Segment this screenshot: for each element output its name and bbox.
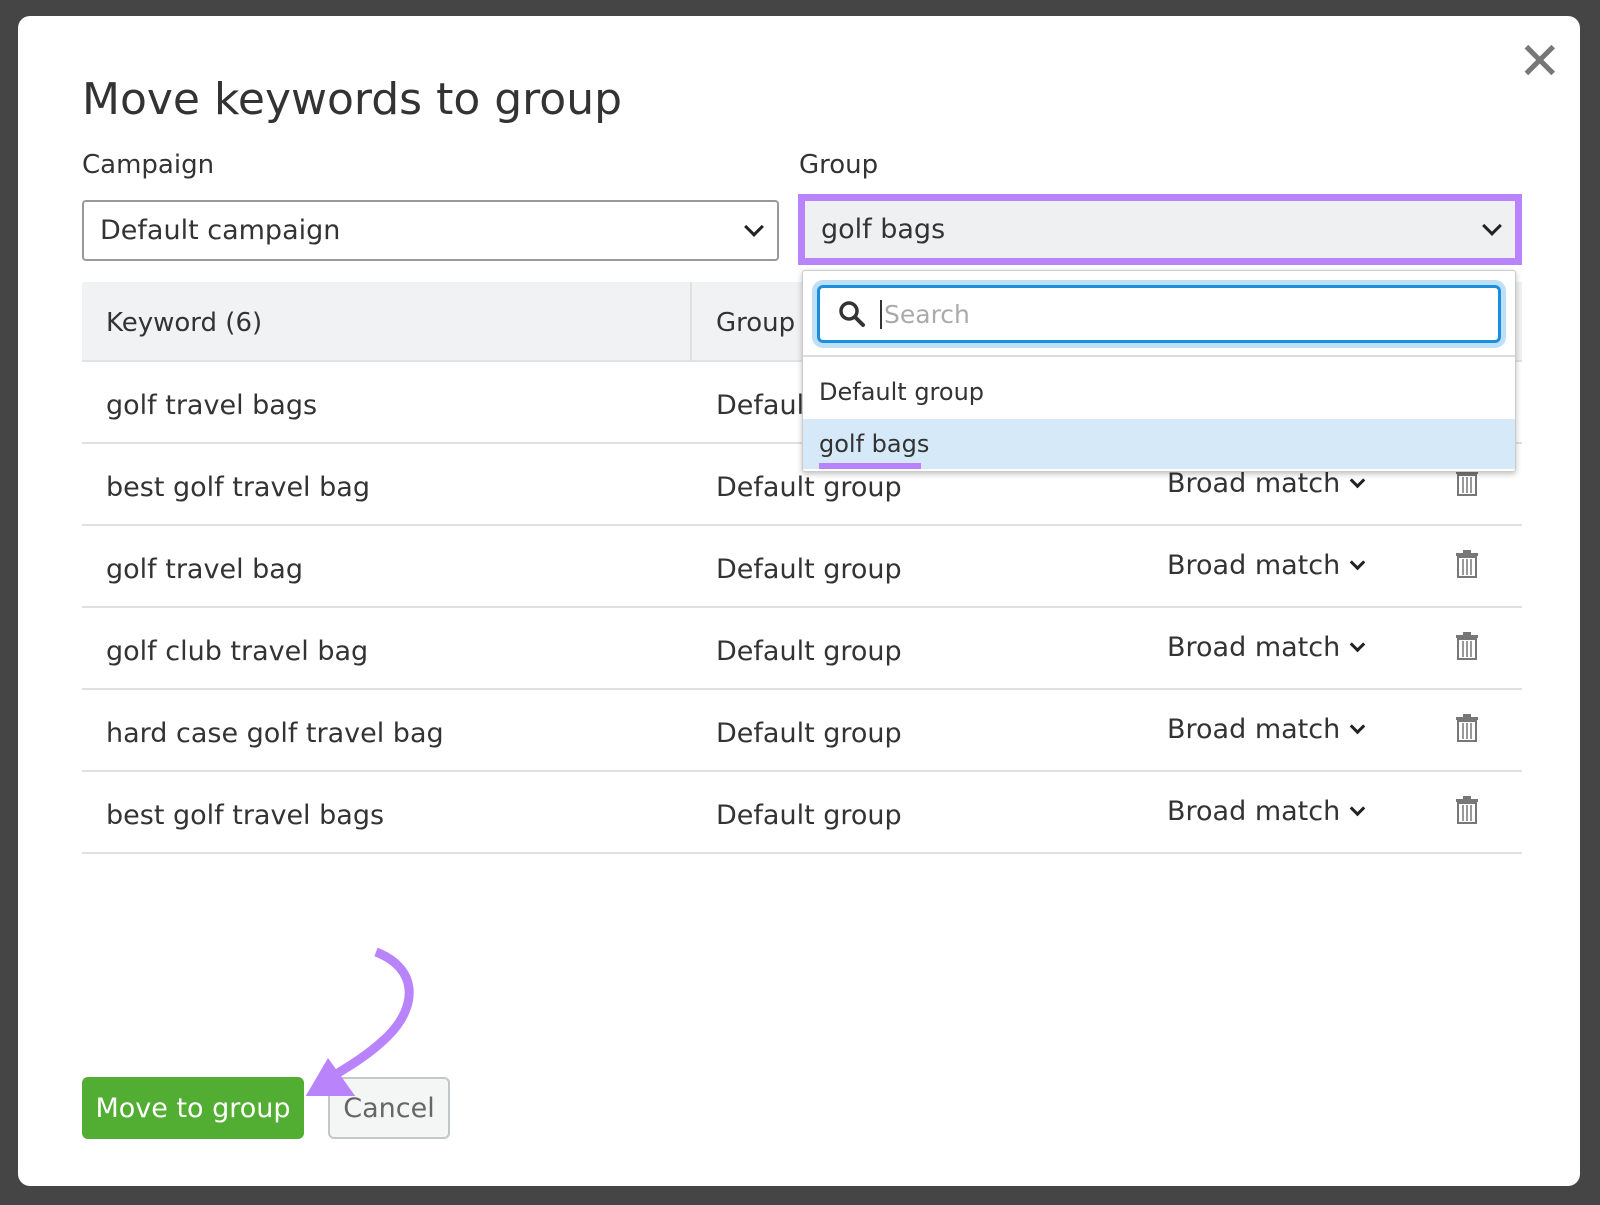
close-icon[interactable]: ✕ [1518, 36, 1562, 88]
option-golf-bags[interactable]: golf bags [803, 419, 1515, 469]
chevron-down-icon [1349, 554, 1366, 571]
option-label: golf bags [819, 430, 930, 458]
campaign-label: Campaign [82, 150, 215, 180]
trash-icon[interactable] [1456, 632, 1478, 660]
table-row: hard case golf travel bag Default group … [82, 690, 1522, 772]
annotation-arrow-icon [305, 947, 414, 1096]
group-label: Group [799, 150, 879, 180]
chevron-down-icon [1349, 636, 1366, 653]
chevron-down-icon [1349, 718, 1366, 735]
match-type-value: Broad match [1167, 714, 1341, 745]
chevron-down-icon [1482, 215, 1502, 236]
group-select[interactable]: golf bags [798, 194, 1522, 265]
group-dropdown: Default group golf bags [802, 270, 1516, 472]
dialog-title: Move keywords to group [82, 74, 623, 125]
match-type-select[interactable]: Broad match [1167, 632, 1366, 663]
trash-icon[interactable] [1456, 468, 1478, 496]
campaign-select[interactable]: Default campaign [82, 200, 779, 261]
keyword-cell: hard case golf travel bag [106, 718, 444, 749]
chevron-down-icon [1349, 800, 1366, 817]
match-type-select[interactable]: Broad match [1167, 468, 1366, 499]
divider [803, 355, 1515, 357]
trash-icon[interactable] [1456, 714, 1478, 742]
match-type-select[interactable]: Broad match [1167, 796, 1366, 827]
match-type-value: Broad match [1167, 632, 1341, 663]
keyword-cell: golf club travel bag [106, 636, 369, 667]
option-default-group[interactable]: Default group [803, 367, 1515, 417]
column-divider [690, 282, 692, 362]
match-type-select[interactable]: Broad match [1167, 714, 1366, 745]
campaign-value: Default campaign [100, 215, 341, 246]
keyword-cell: best golf travel bag [106, 472, 370, 503]
match-type-value: Broad match [1167, 468, 1341, 499]
keyword-cell: golf travel bag [106, 554, 303, 585]
group-cell: Default group [716, 718, 902, 749]
table-row: golf club travel bag Default group Broad… [82, 608, 1522, 690]
highlight-underline [819, 463, 921, 469]
match-type-value: Broad match [1167, 550, 1341, 581]
chevron-down-icon [744, 216, 764, 237]
column-header-group[interactable]: Group [716, 308, 795, 338]
match-type-value: Broad match [1167, 796, 1341, 827]
search-box[interactable] [817, 285, 1501, 343]
search-input[interactable] [880, 299, 1440, 329]
search-icon [839, 301, 865, 327]
trash-icon[interactable] [1456, 796, 1478, 824]
group-cell: Default group [716, 554, 902, 585]
keyword-cell: best golf travel bags [106, 800, 385, 831]
group-cell: Default group [716, 800, 902, 831]
table-row: golf travel bag Default group Broad matc… [82, 526, 1522, 608]
move-keywords-dialog: Move keywords to group ✕ Campaign Defaul… [18, 16, 1580, 1186]
match-type-select[interactable]: Broad match [1167, 550, 1366, 581]
trash-icon[interactable] [1456, 550, 1478, 578]
table-row: best golf travel bags Default group Broa… [82, 772, 1522, 854]
keyword-cell: golf travel bags [106, 390, 318, 421]
group-cell: Default group [716, 472, 902, 503]
chevron-down-icon [1349, 472, 1366, 489]
column-header-keyword[interactable]: Keyword (6) [106, 308, 262, 338]
group-value: golf bags [821, 214, 946, 245]
group-cell: Default group [716, 636, 902, 667]
move-to-group-button[interactable]: Move to group [82, 1077, 304, 1139]
